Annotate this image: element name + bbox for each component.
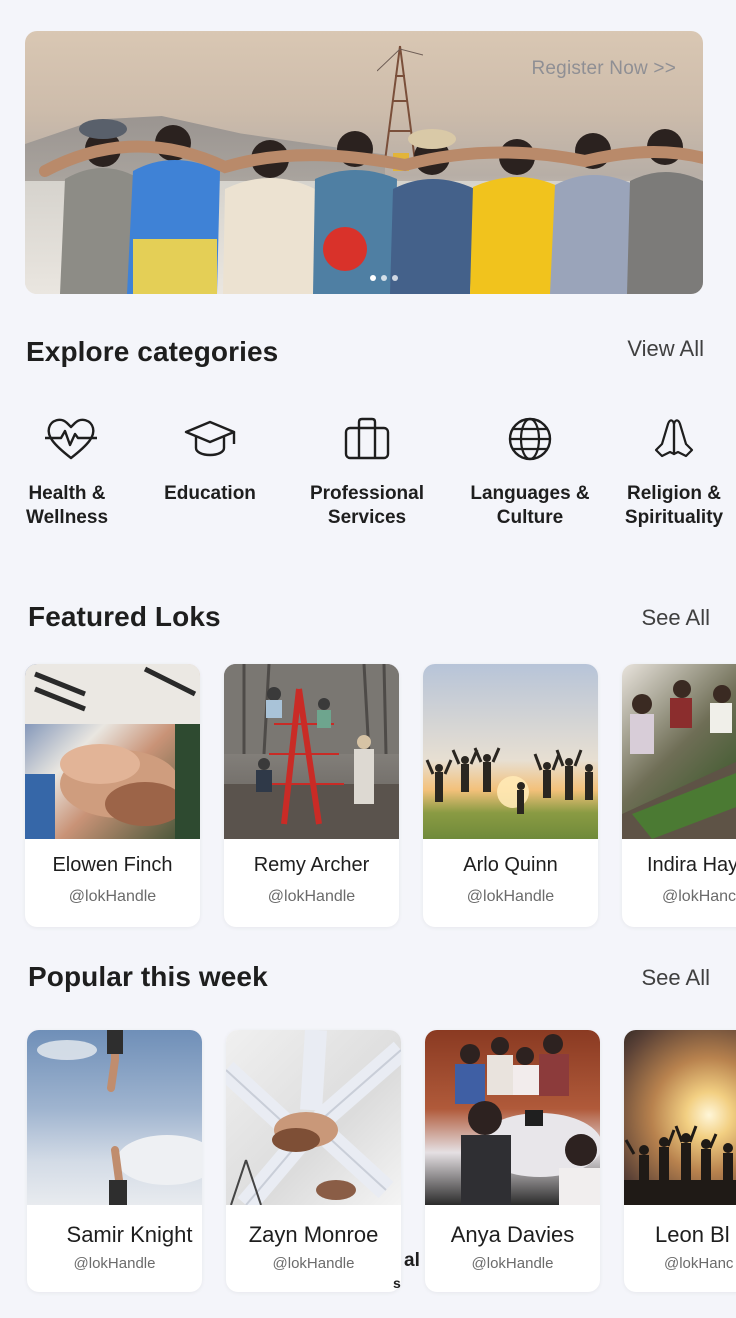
- silhouettes-sunset-illustration: [624, 1125, 736, 1205]
- group-photo-illustration: [39, 119, 703, 294]
- carousel-indicator: [370, 275, 398, 281]
- category-label: Professional Services: [309, 483, 425, 528]
- card-handle: @lokHanc: [664, 1255, 734, 1272]
- briefcase-icon: [344, 417, 390, 460]
- featured-loks-title: Featured Loks: [28, 601, 221, 632]
- featured-see-all-link[interactable]: See All: [642, 605, 711, 631]
- category-health-wellness[interactable]: Health & Wellness: [0, 414, 146, 530]
- card-name: Leon Bl: [655, 1222, 730, 1247]
- gardening-group-illustration: [622, 680, 736, 839]
- overflow-text: al: [404, 1250, 420, 1271]
- popular-card[interactable]: Leon Bl @lokHanc: [624, 1030, 736, 1292]
- category-languages-culture[interactable]: Languages & Culture: [455, 414, 605, 530]
- card-handle: @lokHandle: [272, 1255, 355, 1272]
- card-photo: [425, 1030, 600, 1205]
- featured-card[interactable]: Remy Archer @lokHandle: [224, 664, 399, 927]
- app-screen: Register Now >> Explore categories View …: [0, 0, 736, 1318]
- card-name: Zayn Monroe: [248, 1222, 379, 1247]
- featured-card[interactable]: Arlo Quinn @lokHandle: [423, 664, 598, 927]
- card-name: Samir Knight: [66, 1222, 193, 1247]
- praying-hands-icon: [654, 419, 694, 458]
- heart-pulse-icon: [45, 418, 97, 460]
- team-hands-illustration: [226, 1030, 401, 1205]
- card-handle: @lokHanc: [662, 888, 736, 905]
- card-name: Elowen Finch: [52, 854, 173, 876]
- meeting-table-illustration: [455, 1034, 600, 1205]
- categories-title: Explore categories: [26, 336, 279, 367]
- card-photo: [27, 1030, 202, 1205]
- playground-illustration: [224, 664, 399, 839]
- popular-card[interactable]: Anya Davies @lokHandle: [425, 1030, 600, 1292]
- view-all-categories-link[interactable]: View All: [627, 336, 704, 362]
- card-name: Indira Hay: [647, 854, 736, 876]
- stacked-hands-illustration: [25, 664, 200, 839]
- category-education[interactable]: Education: [135, 414, 285, 506]
- category-label: Languages & Culture: [470, 483, 590, 528]
- category-professional-services[interactable]: Professional Services: [292, 414, 442, 530]
- overflow-text: s: [393, 1275, 401, 1291]
- card-photo: [25, 664, 200, 839]
- card-photo: [226, 1030, 401, 1205]
- card-photo: [622, 664, 736, 839]
- globe-icon: [508, 417, 552, 461]
- popular-card[interactable]: Samir Knight @lokHandle: [27, 1030, 202, 1292]
- card-photo: [624, 1030, 736, 1205]
- category-label: Religion & Spirituality: [624, 483, 724, 528]
- reaching-hands-illustration: [37, 1030, 202, 1205]
- category-religion-spirituality[interactable]: Religion & Spirituality: [599, 414, 736, 530]
- hero-banner[interactable]: Register Now >>: [25, 31, 703, 294]
- card-handle: @lokHandle: [267, 888, 356, 905]
- card-photo: [423, 664, 598, 839]
- card-photo: [224, 664, 399, 839]
- card-handle: @lokHandle: [68, 888, 157, 905]
- popular-this-week-title: Popular this week: [28, 961, 268, 992]
- graduation-cap-icon: [184, 420, 236, 457]
- card-handle: @lokHandle: [466, 888, 555, 905]
- card-name: Arlo Quinn: [463, 854, 558, 876]
- carousel-dot[interactable]: [381, 275, 387, 281]
- carousel-dot[interactable]: [370, 275, 376, 281]
- card-handle: @lokHandle: [73, 1255, 156, 1272]
- featured-card[interactable]: Elowen Finch @lokHandle: [25, 664, 200, 927]
- category-label: Health & Wellness: [25, 483, 109, 528]
- card-name: Anya Davies: [450, 1222, 575, 1247]
- card-name: Remy Archer: [253, 854, 370, 876]
- carousel-dot[interactable]: [392, 275, 398, 281]
- register-now-link[interactable]: Register Now >>: [531, 58, 676, 80]
- popular-see-all-link[interactable]: See All: [642, 965, 711, 991]
- card-handle: @lokHandle: [471, 1255, 554, 1272]
- category-label: Education: [164, 483, 256, 504]
- popular-card[interactable]: Zayn Monroe @lokHandle: [226, 1030, 401, 1292]
- featured-card[interactable]: Indira Hay @lokHanc: [622, 664, 736, 927]
- jumping-people-illustration: [425, 747, 593, 814]
